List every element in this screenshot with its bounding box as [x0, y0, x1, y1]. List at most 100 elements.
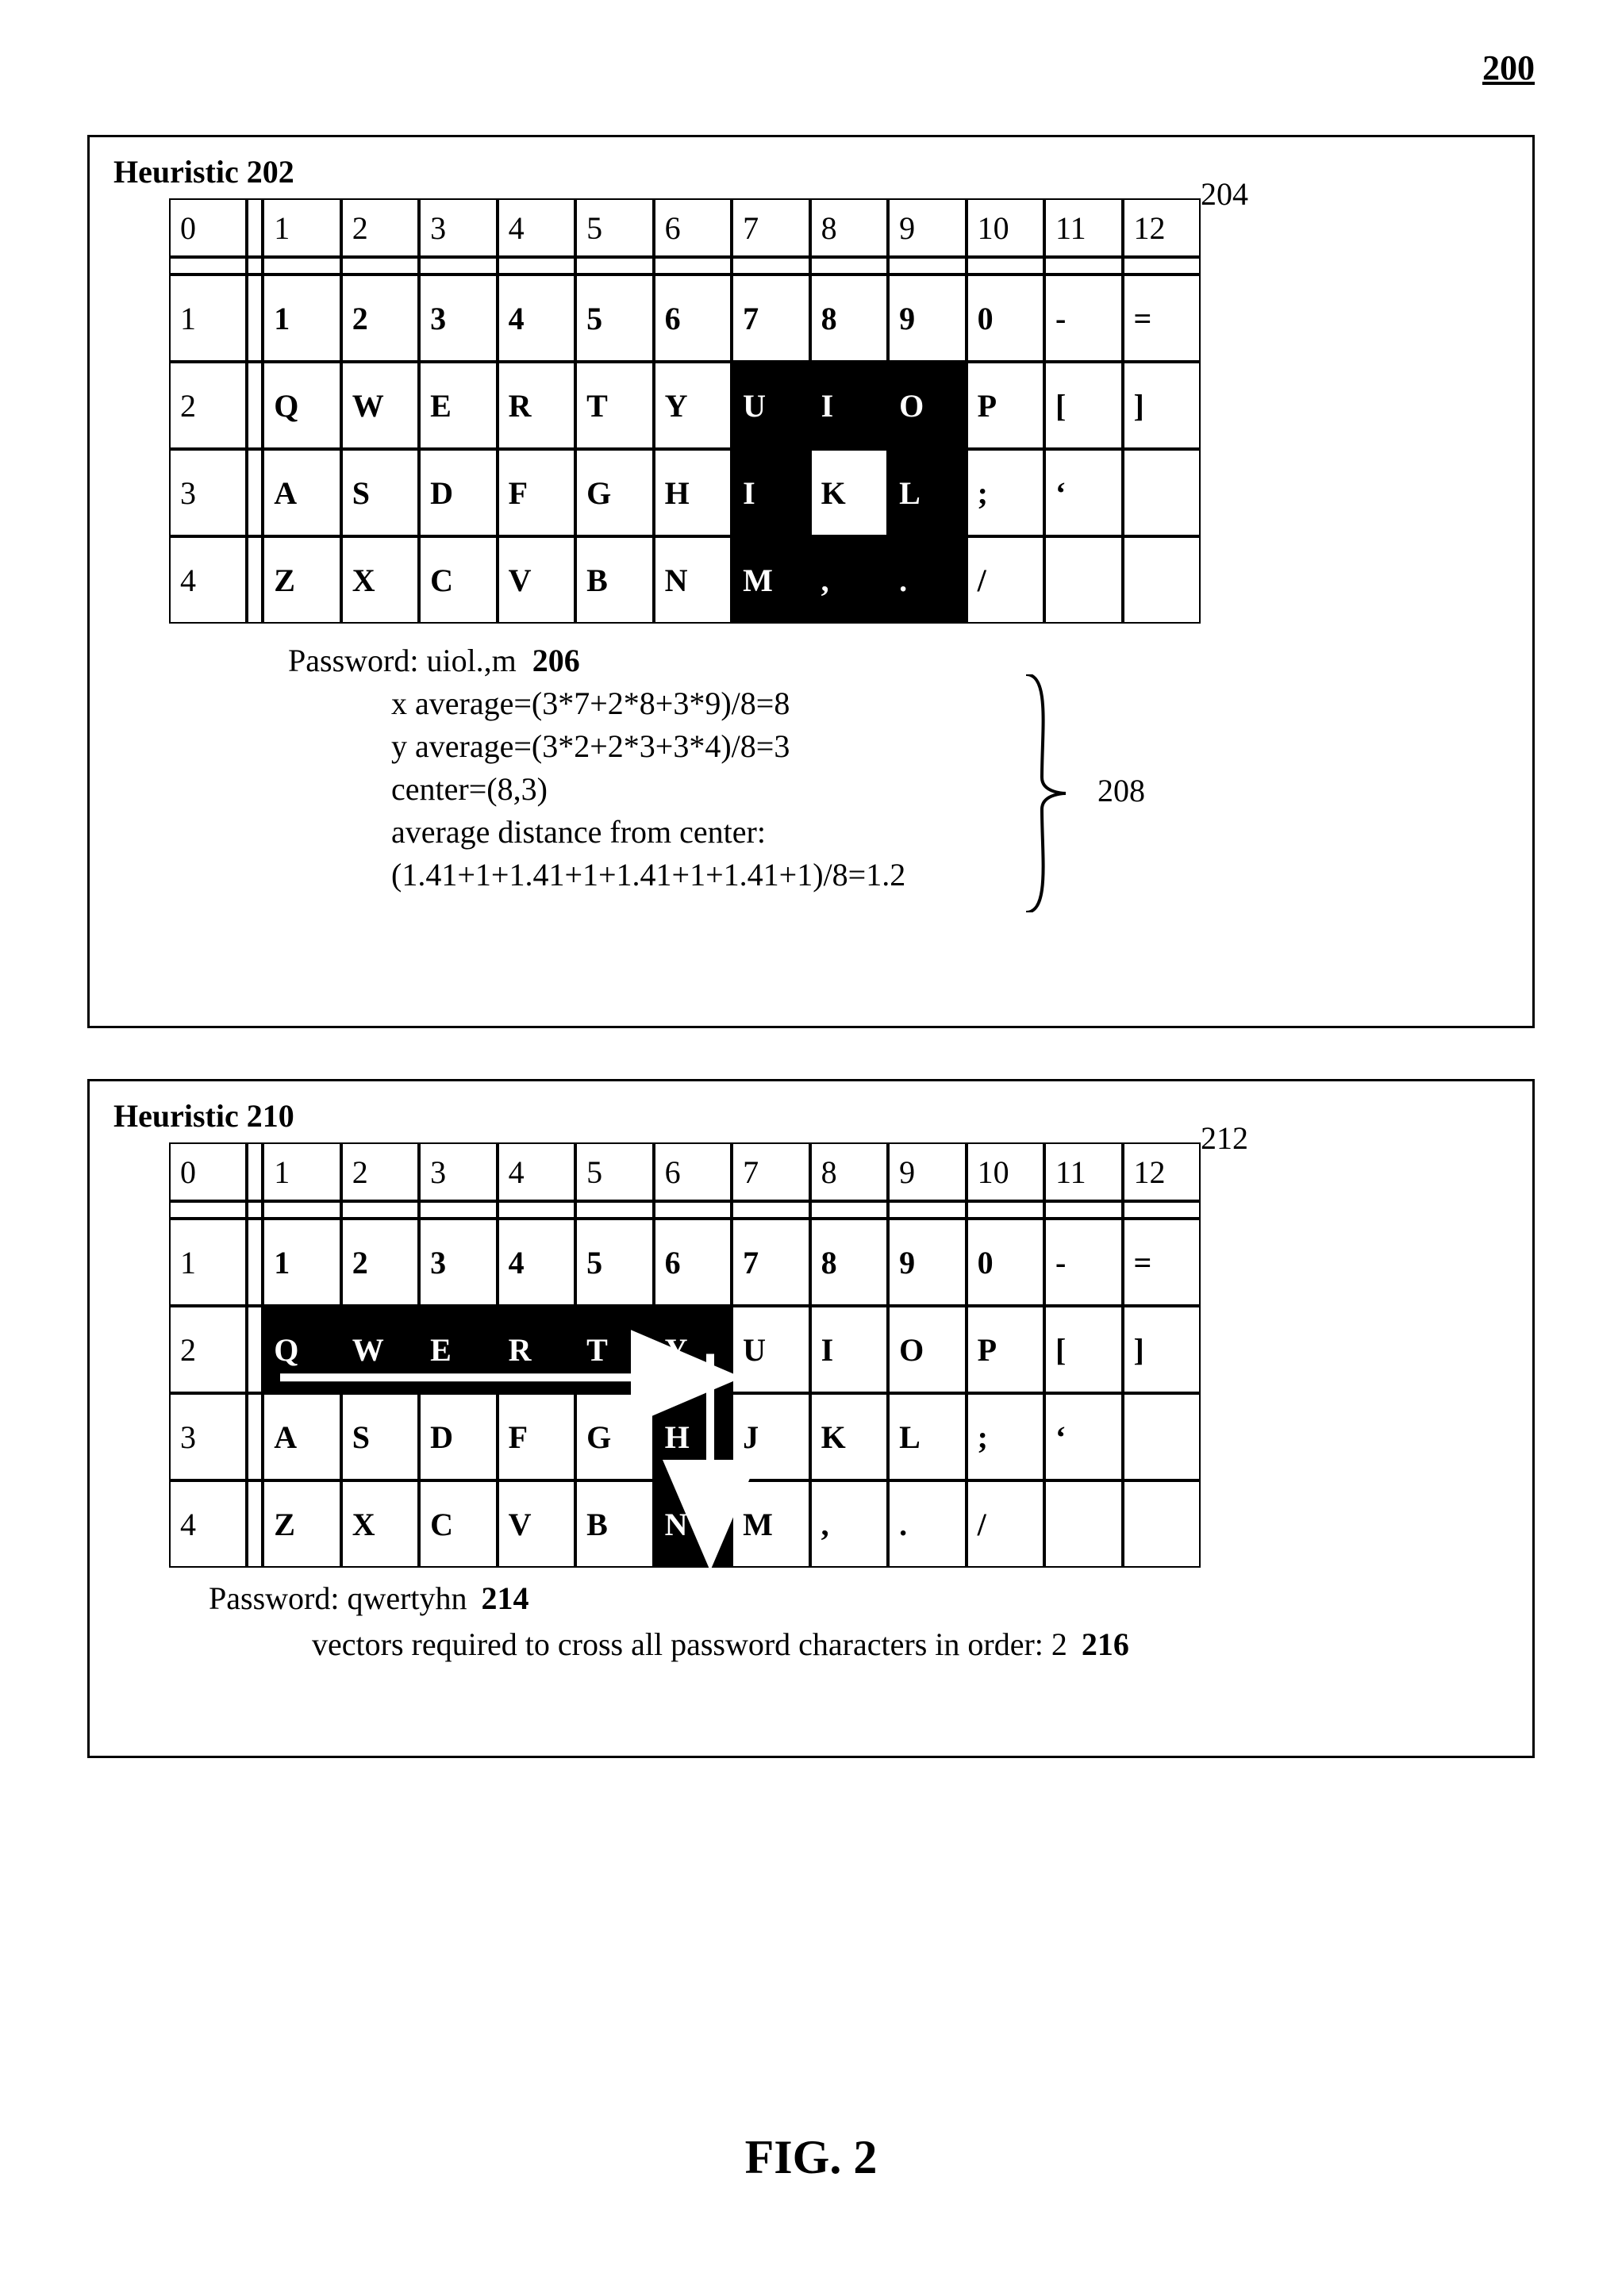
keyboard-key: 4	[498, 1219, 575, 1306]
keyboard-key: 5	[575, 275, 653, 362]
ref-206: 206	[532, 643, 580, 678]
gap-row	[888, 1201, 966, 1219]
keyboard-grid-202: 012345678910111211234567890-=2QWERTYUIOP…	[169, 198, 1201, 624]
ref-212: 212	[1201, 1119, 1248, 1157]
keyboard-key	[1123, 536, 1201, 624]
keyboard-key: W	[341, 362, 419, 449]
col-header: 3	[419, 1142, 497, 1201]
keyboard-key: 1	[263, 1219, 340, 1306]
gap-row	[169, 257, 247, 275]
figure-caption: FIG. 2	[0, 2130, 1622, 2185]
gap-col	[247, 1306, 263, 1393]
calc-line: y average=(3*2+2*3+3*4)/8=3	[391, 725, 1509, 768]
keyboard-key: R	[498, 362, 575, 449]
keyboard-key: C	[419, 536, 497, 624]
keyboard-key: [	[1044, 362, 1122, 449]
keyboard-key: 2	[341, 275, 419, 362]
keyboard-key: W	[341, 1306, 419, 1393]
keyboard-key: O	[888, 1306, 966, 1393]
keyboard-key: A	[263, 1393, 340, 1480]
keyboard-key: I	[810, 362, 888, 449]
col-header: 2	[341, 1142, 419, 1201]
ref-204: 204	[1201, 175, 1248, 213]
col-header: 6	[654, 198, 732, 257]
col-header: 1	[263, 1142, 340, 1201]
col-header: 9	[888, 198, 966, 257]
keyboard-key	[1123, 1393, 1201, 1480]
keyboard-key: T	[575, 362, 653, 449]
calc-line: center=(8,3)	[391, 768, 1509, 811]
gap-row	[1123, 1201, 1201, 1219]
keyboard-key: D	[419, 449, 497, 536]
gap-row	[263, 257, 340, 275]
keyboard-key: Z	[263, 536, 340, 624]
row-header: 4	[169, 536, 247, 624]
keyboard-key: S	[341, 449, 419, 536]
keyboard-key: 7	[732, 275, 809, 362]
keyboard-key: Y	[654, 362, 732, 449]
col-header: 6	[654, 1142, 732, 1201]
keyboard-key: 9	[888, 275, 966, 362]
row-header: 1	[169, 275, 247, 362]
password-line-210: Password: qwertyhn	[209, 1580, 467, 1616]
keyboard-key: U	[732, 1306, 809, 1393]
gap-row	[263, 1201, 340, 1219]
col-header: 8	[810, 1142, 888, 1201]
keyboard-key: V	[498, 536, 575, 624]
keyboard-key: ;	[967, 449, 1044, 536]
password-line-202: Password: uiol.,m	[288, 643, 517, 678]
keyboard-key: M	[732, 536, 809, 624]
gap-col	[247, 275, 263, 362]
keyboard-key: ]	[1123, 362, 1201, 449]
keyboard-key: I	[810, 1306, 888, 1393]
col-header: 11	[1044, 198, 1122, 257]
keyboard-key: 5	[575, 1219, 653, 1306]
keyboard-key: H	[654, 1393, 732, 1480]
keyboard-key: 9	[888, 1219, 966, 1306]
keyboard-key: D	[419, 1393, 497, 1480]
keyboard-key: Y	[654, 1306, 732, 1393]
keyboard-key: F	[498, 1393, 575, 1480]
gap-row	[732, 257, 809, 275]
keyboard-key: V	[498, 1480, 575, 1568]
keyboard-key: ‘	[1044, 449, 1122, 536]
keyboard-grid-210: 012345678910111211234567890-=2QWERTYUIOP…	[169, 1142, 1201, 1568]
keyboard-key: X	[341, 536, 419, 624]
keyboard-key: M	[732, 1480, 809, 1568]
gap-col	[247, 198, 263, 257]
gap-row	[732, 1201, 809, 1219]
col-header: 5	[575, 198, 653, 257]
keyboard-key: G	[575, 449, 653, 536]
keyboard-key: C	[419, 1480, 497, 1568]
keyboard-key: 1	[263, 275, 340, 362]
col-header: 5	[575, 1142, 653, 1201]
keyboard-key: J	[732, 1393, 809, 1480]
heuristic-202-password-block: Password: uiol.,m 206 x average=(3*7+2*8…	[288, 639, 1509, 897]
gap-col	[247, 1219, 263, 1306]
col-header: 7	[732, 1142, 809, 1201]
keyboard-key: 0	[967, 275, 1044, 362]
keyboard-key: 3	[419, 275, 497, 362]
gap-row	[419, 257, 497, 275]
gap-row	[654, 257, 732, 275]
keyboard-key: S	[341, 1393, 419, 1480]
keyboard-key: 6	[654, 275, 732, 362]
keyboard-key: E	[419, 1306, 497, 1393]
heuristic-210-title: Heuristic 210	[113, 1097, 1509, 1135]
keyboard-key	[1123, 449, 1201, 536]
gap-cell	[247, 1201, 263, 1219]
keyboard-key: B	[575, 536, 653, 624]
keyboard-key: 3	[419, 1219, 497, 1306]
keyboard-key: Q	[263, 362, 340, 449]
keyboard-key: N	[654, 536, 732, 624]
keyboard-key: Q	[263, 1306, 340, 1393]
keyboard-key: 0	[967, 1219, 1044, 1306]
gap-col	[247, 536, 263, 624]
keyboard-key: 8	[810, 1219, 888, 1306]
col-header: 0	[169, 198, 247, 257]
gap-row	[575, 1201, 653, 1219]
col-header: 12	[1123, 1142, 1201, 1201]
keyboard-key: 4	[498, 275, 575, 362]
col-header: 4	[498, 198, 575, 257]
calc-line: average distance from center:	[391, 811, 1509, 854]
